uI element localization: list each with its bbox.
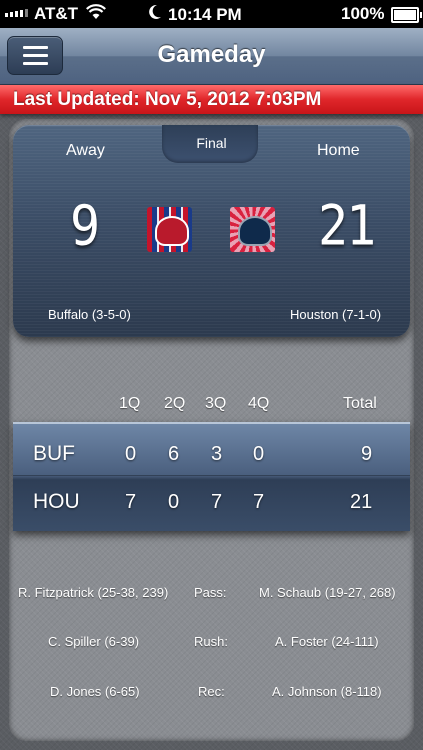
header-1q: 1Q (119, 395, 141, 412)
battery-percent: 100% (341, 4, 385, 23)
game-status: Final (196, 135, 227, 151)
home-team-record: Houston (7-1-0) (290, 307, 382, 322)
last-updated-banner: Last Updated: Nov 5, 2012 7:03PM (0, 85, 423, 114)
score-cell: 0 (168, 491, 180, 513)
home-score: 21 (318, 194, 376, 258)
wifi-icon (86, 4, 106, 25)
total-cell: 21 (350, 491, 373, 513)
rec-category: Rec: (198, 684, 225, 699)
team-abbr: BUF (33, 442, 75, 465)
away-pass-leader: R. Fitzpatrick (25-38, 239) (18, 585, 169, 600)
score-cell: 0 (253, 443, 265, 465)
score-cell: 7 (211, 491, 223, 513)
buffalo-bills-logo (147, 207, 192, 252)
home-rec-leader: A. Johnson (8-118) (272, 684, 382, 699)
home-pass-leader: M. Schaub (19-27, 268) (259, 585, 396, 600)
pass-category: Pass: (194, 585, 227, 600)
helmet-icon (155, 216, 189, 246)
score-cell: 6 (168, 443, 180, 465)
header-2q: 2Q (164, 395, 186, 412)
team-abbr: HOU (33, 490, 80, 513)
header-3q: 3Q (205, 395, 227, 412)
header-4q: 4Q (248, 395, 270, 412)
score-cell: 7 (253, 491, 265, 513)
away-rush-leader: C. Spiller (6-39) (48, 634, 140, 649)
signal-strength-icon (5, 9, 28, 17)
carrier-name: AT&T (34, 4, 79, 23)
rush-category: Rush: (194, 634, 228, 649)
header-total: Total (343, 395, 377, 412)
status-bar: AT&T 10:14 PM 100% (0, 0, 423, 28)
away-rec-leader: D. Jones (6-65) (50, 684, 140, 699)
score-cell: 0 (125, 443, 137, 465)
nav-bar: Gameday (0, 28, 423, 85)
away-team-record: Buffalo (3-5-0) (48, 307, 131, 322)
page-title: Gameday (157, 41, 266, 68)
helmet-icon (238, 216, 272, 246)
linescore-table (13, 422, 410, 531)
moon-icon (148, 4, 162, 25)
status-time: 10:14 PM (148, 4, 242, 25)
score-cell: 3 (211, 443, 223, 465)
home-rush-leader: A. Foster (24-111) (275, 634, 379, 649)
time-text: 10:14 PM (168, 4, 242, 24)
battery-icon (391, 7, 422, 23)
houston-texans-logo (230, 207, 275, 252)
total-cell: 9 (361, 443, 373, 465)
row-divider (13, 475, 410, 476)
score-cell: 7 (125, 491, 137, 513)
away-score: 9 (70, 194, 100, 258)
last-updated-text: Last Updated: Nov 5, 2012 7:03PM (13, 89, 322, 110)
